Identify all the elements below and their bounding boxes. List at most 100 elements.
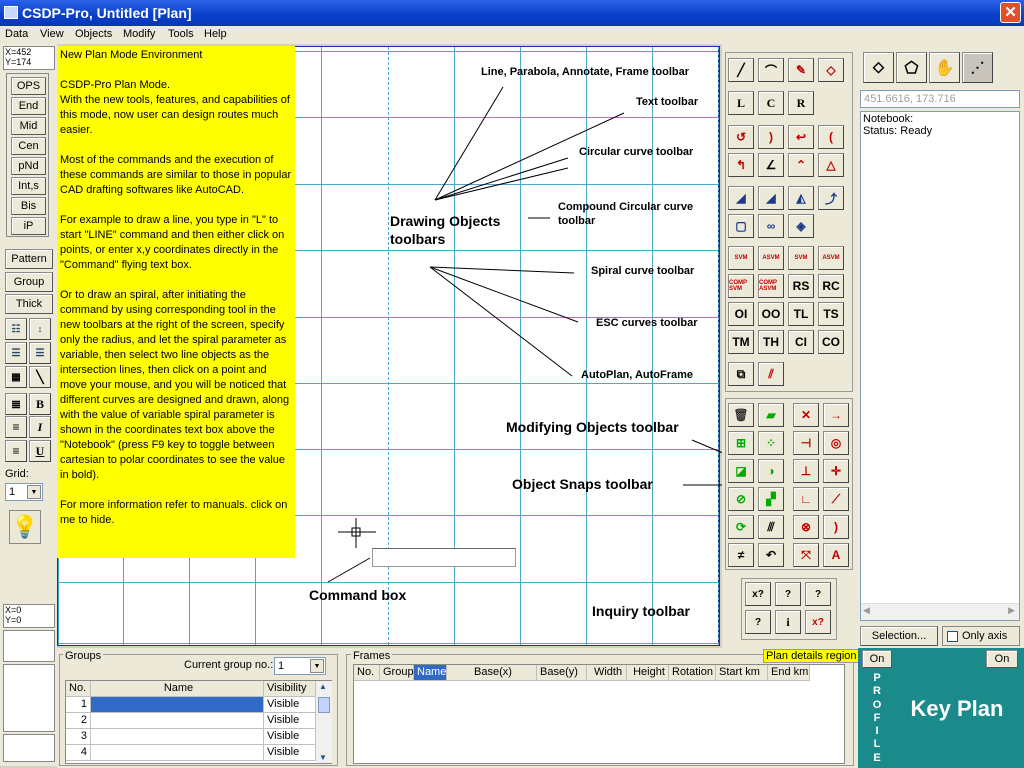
text-c-icon[interactable]: C <box>758 91 784 115</box>
snap-quadrant-icon[interactable]: ⊗ <box>793 515 819 539</box>
circ-curve-2-icon[interactable]: ) <box>758 125 784 149</box>
frames-col-height[interactable]: Height <box>627 665 669 681</box>
snap-endpoint-icon[interactable]: ⊣ <box>793 431 819 455</box>
inquiry-delete-icon[interactable]: x? <box>805 610 831 634</box>
snap-tangent-icon[interactable]: ⟋ <box>823 487 849 511</box>
erase-icon[interactable]: 🗑 <box>728 403 754 427</box>
polyline-icon[interactable]: ⋰ <box>962 52 993 83</box>
parabola-tool-icon[interactable]: ⌒ <box>758 58 784 82</box>
undo-icon[interactable]: ↶ <box>758 543 784 567</box>
scroll-down-icon[interactable]: ▼ <box>319 753 327 762</box>
circ-curve-3-icon[interactable]: ↩ <box>788 125 814 149</box>
circ-curve-8-icon[interactable]: △ <box>818 153 844 177</box>
line-tool-icon[interactable]: ╱ <box>728 58 754 82</box>
annotate-tool-icon[interactable]: ✎ <box>788 58 814 82</box>
text-l-icon[interactable]: L <box>728 91 754 115</box>
stretch-icon[interactable]: ▞ <box>758 487 784 511</box>
col-header-visibility[interactable]: Visibility <box>264 681 316 697</box>
groups-vscrollbar[interactable]: ▲ ▼ <box>316 681 332 763</box>
notebook-area[interactable]: Notebook: Status: Ready <box>860 111 1020 621</box>
inquiry-distance-icon[interactable]: ? <box>775 582 801 606</box>
mirror-icon[interactable]: ◑ <box>758 459 784 483</box>
frames-col-basey[interactable]: Base(y) <box>537 665 587 681</box>
compound-curve-1-icon[interactable]: ◢ <box>728 186 754 210</box>
table-row-visibility[interactable]: Visible <box>264 745 316 761</box>
compound-curve-5-icon[interactable]: ▢ <box>728 214 754 238</box>
snap-midpoint-icon[interactable]: ⊥ <box>793 459 819 483</box>
spiral-svm-2-icon[interactable]: SVM <box>788 246 814 270</box>
esc-rc-icon[interactable]: RC <box>818 274 844 298</box>
array-icon[interactable]: ⁘ <box>758 431 784 455</box>
snap-node-icon[interactable]: ✛ <box>823 459 849 483</box>
esc-ci-icon[interactable]: CI <box>788 330 814 354</box>
inquiry-list-icon[interactable]: ? <box>745 610 771 634</box>
inquiry-info-icon[interactable]: i <box>775 610 801 634</box>
current-group-select[interactable]: 1 ▼ <box>274 657 326 675</box>
key-plan-panel[interactable]: On Key Plan <box>896 648 1024 768</box>
esc-comp-asvm-icon[interactable]: COMP ASVM <box>758 274 784 298</box>
snap-apparent-icon[interactable]: A <box>823 543 849 567</box>
snap-nearest-icon[interactable]: ) <box>823 515 849 539</box>
compound-curve-3-icon[interactable]: ◭ <box>788 186 814 210</box>
compound-curve-2-icon[interactable]: ◢ <box>758 186 784 210</box>
parallel-icon[interactable]: ≠ <box>728 543 754 567</box>
autoframe-icon[interactable]: ⫽ <box>758 362 784 386</box>
compound-curve-7-icon[interactable]: ◈ <box>788 214 814 238</box>
table-row-name[interactable] <box>91 697 264 713</box>
pick-tool-icon[interactable]: ✋ <box>929 52 960 83</box>
frames-col-basex[interactable]: Base(x) <box>447 665 537 681</box>
autoplan-icon[interactable]: ⧉ <box>728 362 754 386</box>
esc-oo-icon[interactable]: OO <box>758 302 784 326</box>
circ-curve-4-icon[interactable]: ( <box>818 125 844 149</box>
snap-center-icon[interactable]: ◎ <box>823 431 849 455</box>
offset-icon[interactable]: ⊘ <box>728 487 754 511</box>
circ-curve-7-icon[interactable]: ⌃ <box>788 153 814 177</box>
key-plan-on-button[interactable]: On <box>986 650 1018 668</box>
scroll-left-icon[interactable]: ◀ <box>863 605 870 616</box>
chevron-down-icon[interactable]: ▼ <box>310 659 324 673</box>
col-header-name[interactable]: Name <box>91 681 264 697</box>
rotate-icon[interactable]: ⟳ <box>728 515 754 539</box>
spiral-asvm-1-icon[interactable]: ASVM <box>758 246 784 270</box>
break-icon[interactable]: ⫻ <box>758 515 784 539</box>
frames-col-endkm[interactable]: End km <box>768 665 810 681</box>
snap-insertion-icon[interactable]: ⤧ <box>793 543 819 567</box>
snap-perpendicular-icon[interactable]: ∟ <box>793 487 819 511</box>
table-row-visibility[interactable]: Visible <box>264 729 316 745</box>
table-row-visibility[interactable]: Visible <box>264 713 316 729</box>
frames-col-no[interactable]: No. <box>354 665 380 681</box>
compound-curve-4-icon[interactable]: ⤴ <box>818 186 844 210</box>
esc-co-icon[interactable]: CO <box>818 330 844 354</box>
only-axis-checkbox[interactable] <box>947 631 958 642</box>
frames-col-width[interactable]: Width <box>587 665 627 681</box>
profile-panel[interactable]: On PROFILE <box>858 648 896 768</box>
frames-col-rotation[interactable]: Rotation <box>669 665 716 681</box>
scroll-thumb[interactable] <box>318 697 330 713</box>
frame-tool-icon[interactable]: ◇ <box>818 58 844 82</box>
move-icon[interactable]: ⊞ <box>728 431 754 455</box>
spiral-asvm-2-icon[interactable]: ASVM <box>818 246 844 270</box>
esc-tl-icon[interactable]: TL <box>788 302 814 326</box>
circ-curve-5-icon[interactable]: ↰ <box>728 153 754 177</box>
spiral-svm-1-icon[interactable]: SVM <box>728 246 754 270</box>
frames-col-name[interactable]: Name <box>414 665 447 681</box>
inquiry-coord-icon[interactable]: x? <box>745 582 771 606</box>
scroll-up-icon[interactable]: ▲ <box>319 682 327 691</box>
snap-extension-icon[interactable]: → <box>823 403 849 427</box>
command-input[interactable] <box>372 548 516 567</box>
esc-rs-icon[interactable]: RS <box>788 274 814 298</box>
table-row-visibility[interactable]: Visible <box>264 697 316 713</box>
frames-col-startkm[interactable]: Start km <box>716 665 768 681</box>
coordinate-box[interactable]: 451.6616, 173.716 <box>860 90 1020 108</box>
table-row-name[interactable] <box>91 713 264 729</box>
snap-intersection-icon[interactable]: ✕ <box>793 403 819 427</box>
esc-oi-icon[interactable]: OI <box>728 302 754 326</box>
notebook-hscrollbar[interactable]: ◀ ▶ <box>861 603 1019 620</box>
text-r-icon[interactable]: R <box>788 91 814 115</box>
inquiry-area-icon[interactable]: ? <box>805 582 831 606</box>
esc-comp-svm-icon[interactable]: COMP SVM <box>728 274 754 298</box>
scroll-right-icon[interactable]: ▶ <box>1008 605 1015 616</box>
esc-ts-icon[interactable]: TS <box>818 302 844 326</box>
table-row-name[interactable] <box>91 729 264 745</box>
compound-curve-6-icon[interactable]: ∞ <box>758 214 784 238</box>
